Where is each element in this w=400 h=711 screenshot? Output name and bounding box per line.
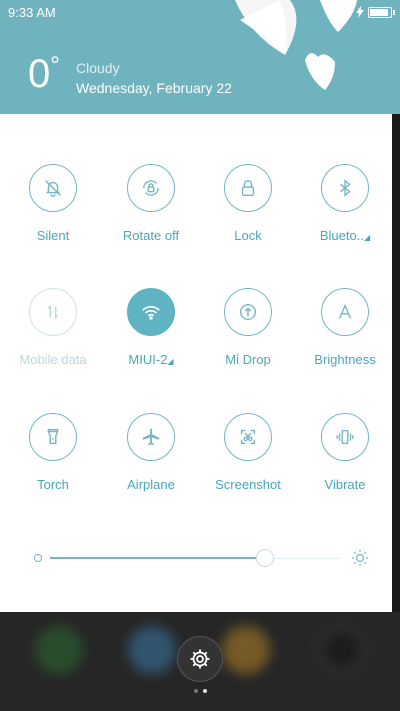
expand-arrow-icon: ◢ — [167, 357, 174, 366]
notification-header: 9:33 AM 0° Cloudy Wednesday, February 22 — [0, 0, 400, 114]
toggle-airplane[interactable]: Airplane — [106, 413, 196, 492]
mobile-data-icon — [29, 288, 77, 336]
toggle-label: Silent — [36, 228, 70, 243]
toggle-wifi[interactable]: MIUI-2◢ — [106, 288, 196, 367]
bluetooth-label: Blueto.. — [319, 228, 364, 243]
settings-button[interactable] — [177, 636, 223, 682]
heart-decoration — [235, 0, 357, 90]
bluetooth-icon — [321, 164, 369, 212]
brightness-fill — [50, 557, 265, 559]
toggle-torch[interactable]: Torch — [8, 413, 98, 492]
toggle-mobile-data[interactable]: Mobile data — [8, 288, 98, 367]
toggle-label: Rotate off — [122, 228, 180, 243]
toggle-label: Mobile data — [19, 352, 87, 367]
toggle-label: Blueto..◢ — [300, 228, 390, 243]
camera-app-icon — [318, 626, 366, 674]
quick-settings-panel: Silent Rotate off Lock Blueto..◢ Mobile … — [0, 114, 392, 612]
toggle-brightness[interactable]: Brightness — [300, 288, 390, 367]
browser-app-icon — [128, 626, 176, 674]
toggle-label: Torch — [37, 477, 69, 492]
wifi-label: MIUI-2 — [128, 352, 168, 367]
phone-app-icon — [35, 626, 83, 674]
page-dot — [194, 689, 198, 693]
page-indicator — [194, 689, 207, 693]
lock-icon — [224, 164, 272, 212]
messaging-app-icon — [222, 626, 270, 674]
toggle-screenshot[interactable]: Screenshot — [203, 413, 293, 492]
silent-bell-icon — [29, 164, 77, 212]
degree-symbol: ° — [50, 52, 60, 79]
brightness-auto-icon — [321, 288, 369, 336]
weather-condition: Cloudy — [76, 60, 120, 76]
expand-arrow-icon: ◢ — [363, 233, 371, 242]
rotate-lock-icon — [127, 164, 175, 212]
toggle-vibrate[interactable]: Vibrate — [300, 413, 390, 492]
brightness-slider[interactable] — [32, 548, 372, 568]
toggle-mi-drop[interactable]: Mi Drop — [203, 288, 293, 367]
brightness-low-icon — [34, 554, 42, 562]
temperature-value: 0 — [28, 52, 51, 96]
airplane-icon — [127, 413, 175, 461]
toggle-rotate[interactable]: Rotate off — [106, 164, 196, 243]
page-dot-active — [203, 689, 207, 693]
gear-icon — [190, 649, 210, 669]
mi-drop-icon — [224, 288, 272, 336]
weather-date: Wednesday, February 22 — [76, 80, 232, 96]
torch-icon — [29, 413, 77, 461]
toggle-bluetooth[interactable]: Blueto..◢ — [300, 164, 390, 243]
toggle-label: Vibrate — [324, 477, 366, 492]
temperature[interactable]: 0° — [28, 52, 60, 97]
home-dock — [0, 612, 400, 711]
toggle-label: Screenshot — [215, 477, 281, 492]
toggle-label: Brightness — [314, 352, 376, 367]
toggle-lock[interactable]: Lock — [203, 164, 293, 243]
status-time: 9:33 AM — [8, 5, 56, 20]
screenshot-icon — [224, 413, 272, 461]
toggle-label: Airplane — [127, 477, 175, 492]
brightness-thumb[interactable] — [255, 549, 274, 567]
vibrate-icon — [321, 413, 369, 461]
toggle-silent[interactable]: Silent — [8, 164, 98, 243]
weather-info[interactable]: Cloudy Wednesday, February 22 — [76, 60, 232, 96]
toggle-label: Lock — [234, 228, 262, 243]
brightness-high-icon — [352, 550, 368, 566]
wifi-icon — [127, 288, 175, 336]
toggle-label: MIUI-2◢ — [106, 352, 196, 367]
toggle-label: Mi Drop — [225, 352, 271, 367]
